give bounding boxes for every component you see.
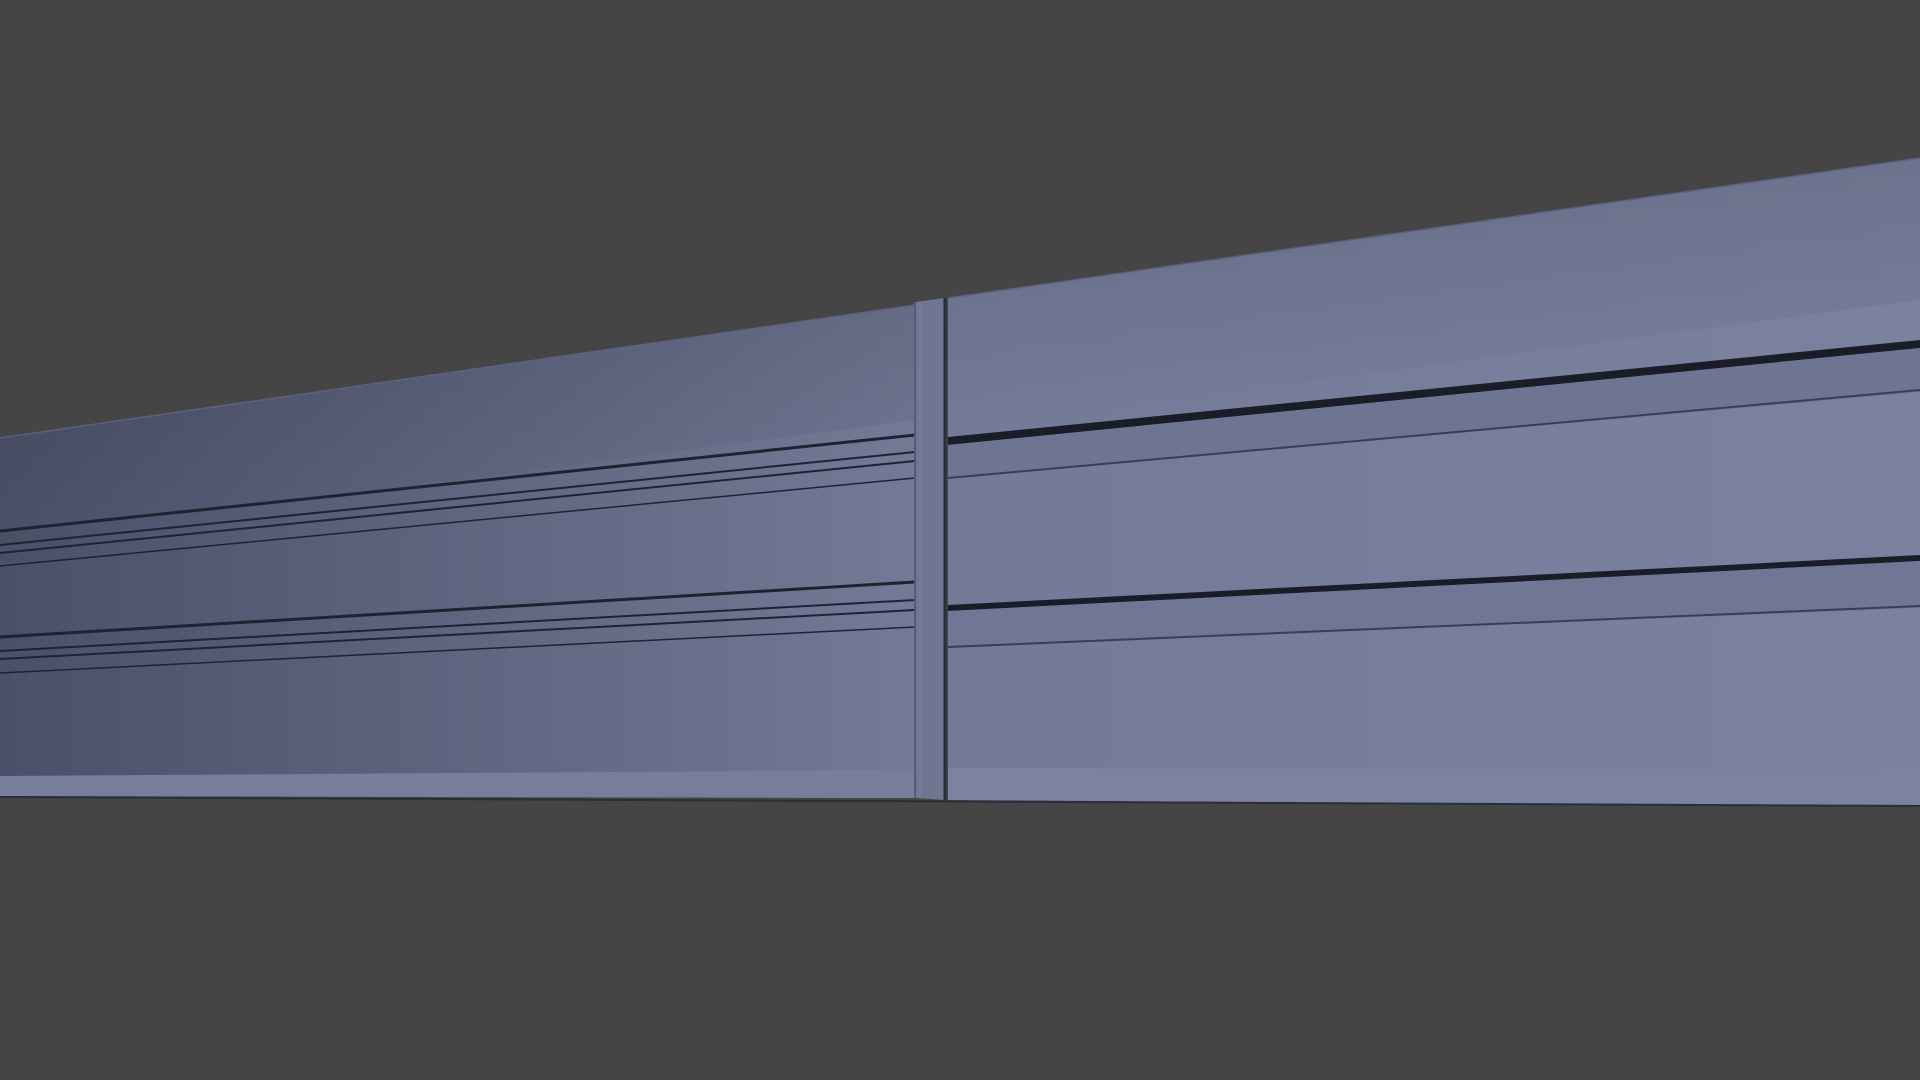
vertical-separator-post: [914, 298, 947, 800]
render-viewport: [0, 0, 1920, 1080]
bottom-trim-right: [948, 768, 1920, 806]
wall-panel-render: [0, 157, 1920, 807]
